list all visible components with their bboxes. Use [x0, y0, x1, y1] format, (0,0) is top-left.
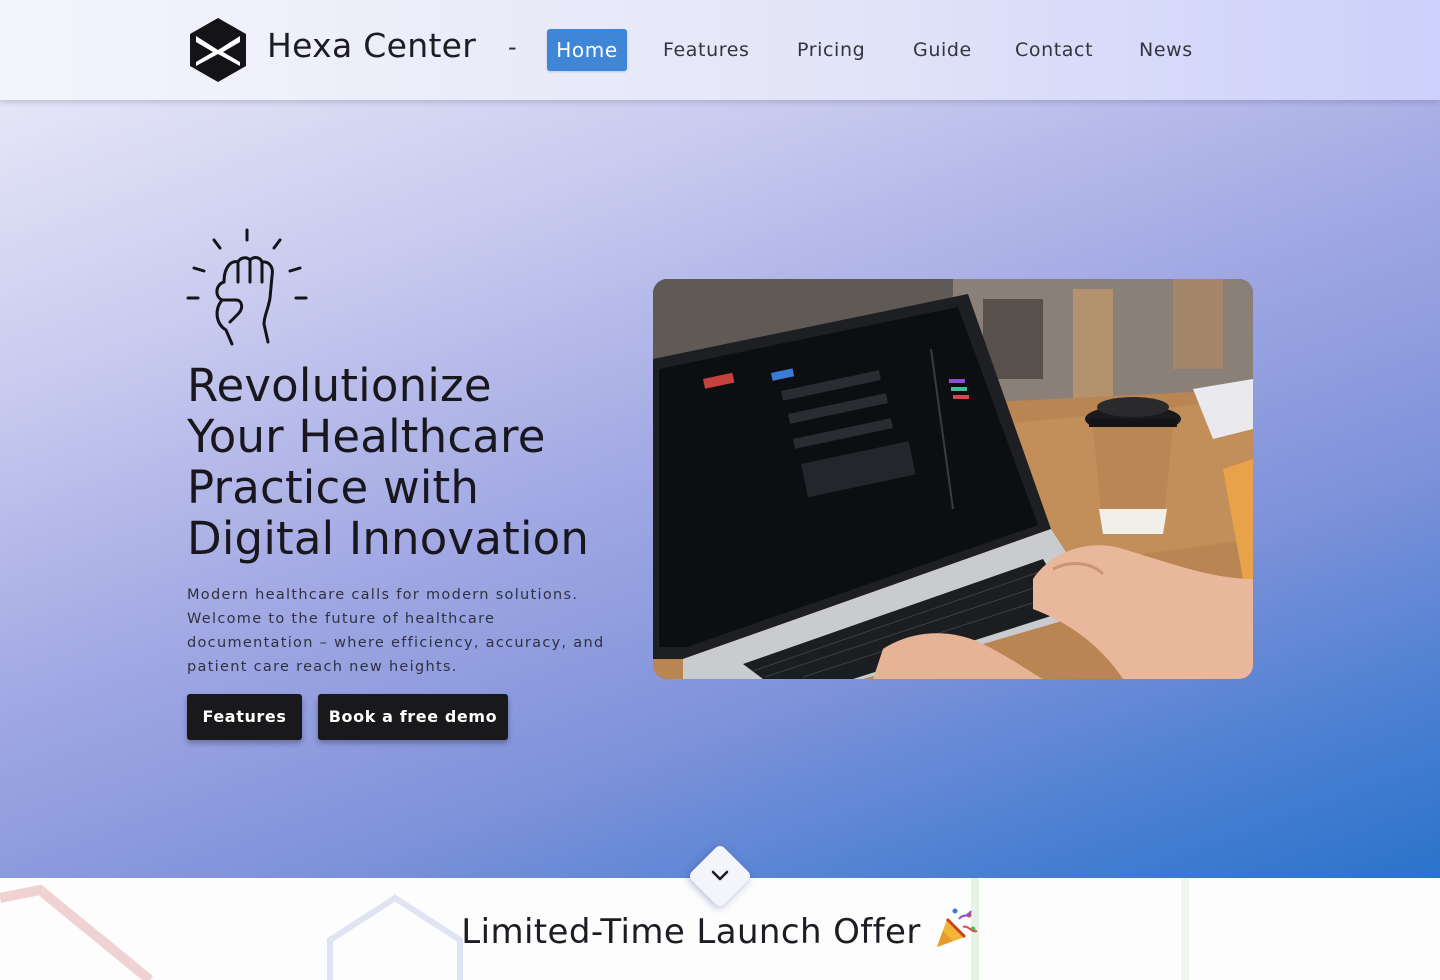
nav-home[interactable]: Home — [547, 29, 627, 71]
nav-news[interactable]: News — [1139, 29, 1193, 71]
nav-guide[interactable]: Guide — [913, 29, 972, 71]
raised-fist-icon — [186, 228, 308, 346]
hero-description-line: patient care reach new heights. — [187, 659, 458, 675]
party-popper-icon — [936, 908, 978, 947]
laptop-photo-illustration — [653, 279, 1253, 679]
hero-title-line: Revolutionize — [187, 359, 492, 412]
hero-section: Revolutionize Your Healthcare Practice w… — [0, 100, 1440, 878]
hero-title-line: Your Healthcare — [187, 410, 546, 463]
hero-description-line: Modern healthcare calls for modern solut… — [187, 587, 579, 603]
features-button[interactable]: Features — [187, 694, 302, 740]
hero-description-line: documentation – where efficiency, accura… — [187, 635, 605, 651]
brand-name[interactable]: Hexa Center — [267, 26, 476, 65]
hero-description-line: Welcome to the future of healthcare — [187, 611, 496, 627]
nav-pricing[interactable]: Pricing — [797, 29, 865, 71]
nav-contact[interactable]: Contact — [1015, 29, 1093, 71]
offer-title: Limited-Time Launch Offer — [0, 905, 1440, 952]
hexa-logo-icon[interactable] — [189, 17, 247, 83]
hero-title-line: Digital Innovation — [187, 512, 590, 565]
book-demo-button[interactable]: Book a free demo — [318, 694, 508, 740]
chevron-down-icon — [711, 870, 729, 881]
brand-separator: - — [508, 33, 517, 61]
hero-description: Modern healthcare calls for modern solut… — [187, 583, 607, 679]
offer-title-text: Limited-Time Launch Offer — [461, 912, 921, 952]
laptop-photo — [653, 279, 1253, 679]
site-header: Hexa Center - Home Features Pricing Guid… — [0, 0, 1440, 100]
nav-features[interactable]: Features — [663, 29, 750, 71]
hero-title-line: Practice with — [187, 461, 480, 514]
hero-title: Revolutionize Your Healthcare Practice w… — [187, 360, 627, 564]
